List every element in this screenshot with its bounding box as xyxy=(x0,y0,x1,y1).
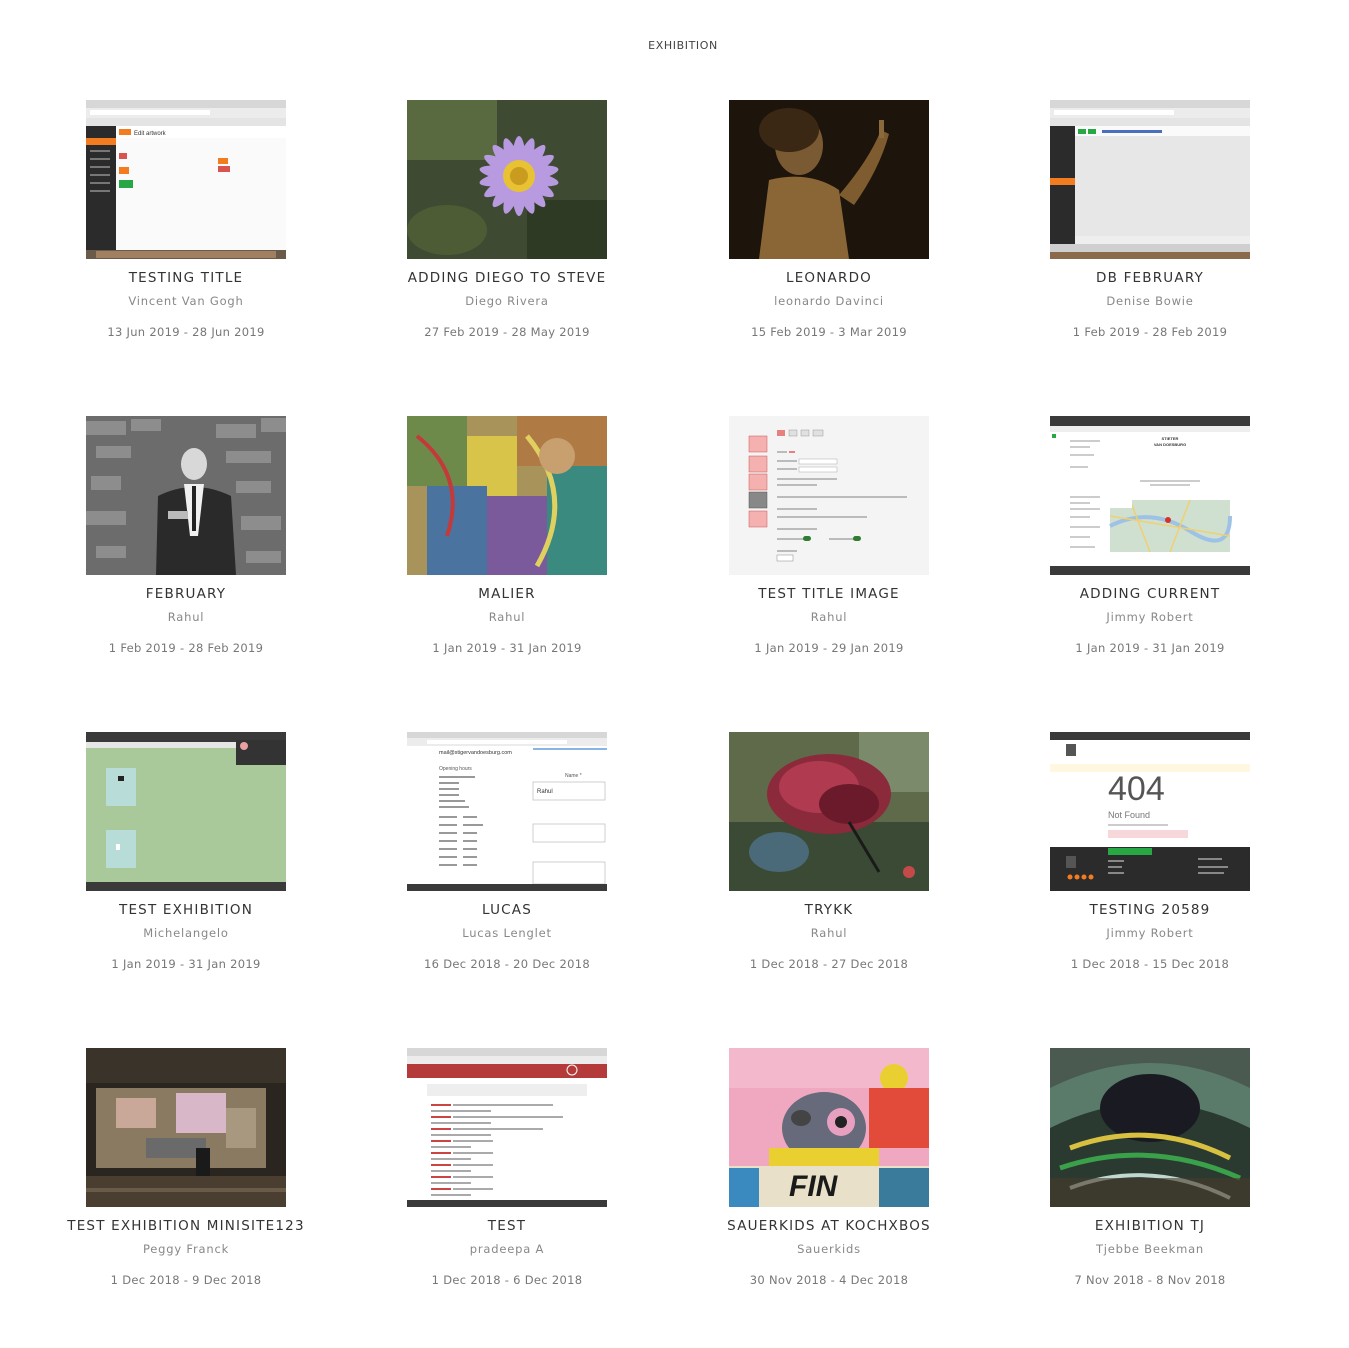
exhibition-thumbnail[interactable]: 404 Not Found xyxy=(1050,732,1250,891)
exhibition-thumbnail[interactable] xyxy=(407,1048,607,1207)
thumb-text: STIETER xyxy=(1162,436,1179,441)
exhibition-title[interactable]: LEONARDO xyxy=(699,270,959,286)
thumb-text: Edit artwork xyxy=(134,131,167,137)
exhibition-title[interactable]: SAUERKIDS AT KOCHXBOS xyxy=(699,1218,959,1234)
thumb-text: VAN DOESBURG xyxy=(1154,442,1186,447)
exhibition-dates: 1 Dec 2018 - 6 Dec 2018 xyxy=(431,1273,583,1287)
exhibition-title[interactable]: MALIER xyxy=(377,586,637,602)
exhibition-thumbnail[interactable] xyxy=(729,416,929,575)
exhibition-title[interactable]: FEBRUARY xyxy=(56,586,316,602)
exhibition-title[interactable]: TESTING TITLE xyxy=(56,270,316,286)
exhibition-artist: Diego Rivera xyxy=(465,294,549,308)
exhibition-dates: 7 Nov 2018 - 8 Nov 2018 xyxy=(1074,1273,1226,1287)
exhibition-thumbnail[interactable]: FIN xyxy=(729,1048,929,1207)
exhibition-title[interactable]: TEST xyxy=(377,1218,637,1234)
exhibition-artist: Michelangelo xyxy=(143,926,229,940)
exhibition-thumbnail[interactable] xyxy=(86,732,286,891)
exhibition-thumbnail[interactable]: Edit artwork xyxy=(86,100,286,259)
exhibition-dates: 1 Feb 2019 - 28 Feb 2019 xyxy=(108,641,264,655)
exhibition-thumbnail[interactable] xyxy=(86,1048,286,1207)
thumb-text: Rahul xyxy=(537,789,553,795)
exhibition-thumbnail[interactable] xyxy=(1050,1048,1250,1207)
exhibition-artist: Sauerkids xyxy=(797,1242,861,1256)
exhibition-artist: Rahul xyxy=(810,610,848,624)
exhibition-dates: 1 Dec 2018 - 9 Dec 2018 xyxy=(110,1273,262,1287)
thumb-text: Not Found xyxy=(1108,810,1150,820)
thumb-text: 404 xyxy=(1108,770,1165,808)
exhibition-artist: leonardo Davinci xyxy=(774,294,884,308)
thumb-text: Opening hours xyxy=(439,766,472,772)
exhibition-artist: Rahul xyxy=(810,926,848,940)
exhibition-artist: Rahul xyxy=(167,610,205,624)
exhibition-artist: Vincent Van Gogh xyxy=(128,294,244,308)
exhibition-artist: Denise Bowie xyxy=(1106,294,1194,308)
thumb-text: Name * xyxy=(565,773,582,779)
exhibition-title[interactable]: TRYKK xyxy=(699,902,959,918)
exhibition-artist: Lucas Lenglet xyxy=(462,926,552,940)
exhibition-dates: 27 Feb 2019 - 28 May 2019 xyxy=(424,325,590,339)
exhibition-dates: 1 Jan 2019 - 31 Jan 2019 xyxy=(111,957,261,971)
exhibition-dates: 1 Jan 2019 - 31 Jan 2019 xyxy=(432,641,582,655)
exhibition-artist: Jimmy Robert xyxy=(1106,926,1194,940)
thumb-text: FIN xyxy=(789,1170,839,1203)
exhibition-title[interactable]: EXHIBITION TJ xyxy=(1020,1218,1280,1234)
exhibition-thumbnail[interactable] xyxy=(729,732,929,891)
exhibition-thumbnail[interactable] xyxy=(86,416,286,575)
exhibition-dates: 1 Dec 2018 - 27 Dec 2018 xyxy=(749,957,909,971)
exhibition-thumbnail[interactable] xyxy=(1050,100,1250,259)
exhibition-dates: 16 Dec 2018 - 20 Dec 2018 xyxy=(424,957,590,971)
exhibition-dates: 1 Jan 2019 - 29 Jan 2019 xyxy=(754,641,904,655)
exhibition-thumbnail[interactable] xyxy=(729,100,929,259)
exhibition-title[interactable]: LUCAS xyxy=(377,902,637,918)
exhibition-thumbnail[interactable] xyxy=(407,416,607,575)
exhibition-artist: Rahul xyxy=(488,610,526,624)
exhibition-dates: 13 Jun 2019 - 28 Jun 2019 xyxy=(107,325,265,339)
exhibition-artist: pradeepa A xyxy=(469,1242,545,1256)
exhibition-dates: 15 Feb 2019 - 3 Mar 2019 xyxy=(751,325,907,339)
exhibition-dates: 1 Dec 2018 - 15 Dec 2018 xyxy=(1070,957,1230,971)
svg-text:mail@stigervandoesburg.com: mail@stigervandoesburg.com xyxy=(439,750,512,756)
exhibition-thumbnail[interactable] xyxy=(407,100,607,259)
exhibition-title[interactable]: DB FEBRUARY xyxy=(1020,270,1280,286)
exhibition-title[interactable]: ADDING CURRENT xyxy=(1020,586,1280,602)
exhibition-thumbnail[interactable]: STIETER VAN DOESBURG xyxy=(1050,416,1250,575)
exhibition-dates: 30 Nov 2018 - 4 Dec 2018 xyxy=(749,1273,909,1287)
exhibition-artist: Peggy Franck xyxy=(142,1242,230,1256)
exhibition-title[interactable]: TEST EXHIBITION MINISITE123 xyxy=(56,1218,316,1234)
exhibition-dates: 1 Feb 2019 - 28 Feb 2019 xyxy=(1072,325,1228,339)
exhibition-artist: Jimmy Robert xyxy=(1106,610,1194,624)
exhibition-artist: Tjebbe Beekman xyxy=(1095,1242,1205,1256)
exhibition-dates: 1 Jan 2019 - 31 Jan 2019 xyxy=(1075,641,1225,655)
exhibition-title[interactable]: TEST EXHIBITION xyxy=(56,902,316,918)
exhibition-title[interactable]: TESTING 20589 xyxy=(1020,902,1280,918)
exhibition-thumbnail[interactable]: mail@stigervandoesburg.com Opening hours… xyxy=(407,732,607,891)
page-title: EXHIBITION xyxy=(648,39,718,52)
exhibition-title[interactable]: TEST TITLE IMAGE xyxy=(699,586,959,602)
exhibition-title[interactable]: ADDING DIEGO TO STEVE xyxy=(377,270,637,286)
